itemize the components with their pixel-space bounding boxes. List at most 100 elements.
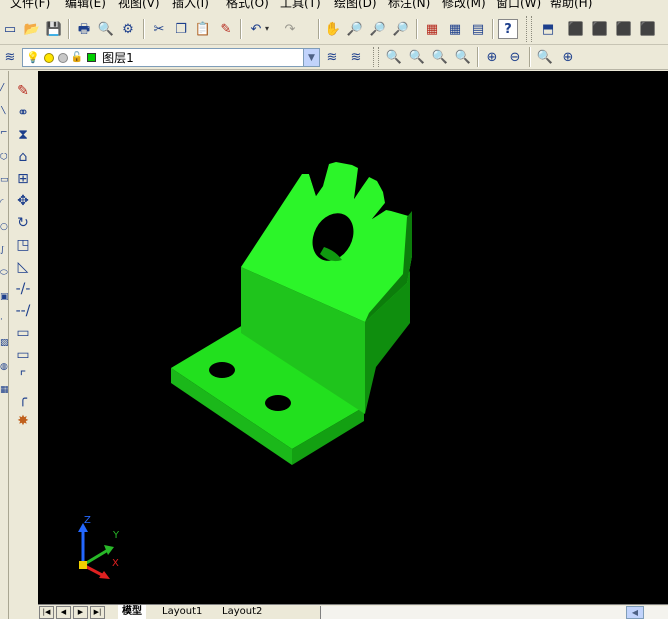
menu-format[interactable]: 格式(O) [226,0,269,10]
copy-object-icon[interactable]: ⚭ [12,103,34,123]
layer-combo[interactable]: 💡 🔓 图层1 ▼ [22,48,320,67]
last-tab-button[interactable]: ▶| [90,606,105,619]
draw-xline-icon[interactable]: ╲ [0,106,8,115]
tool-palettes-icon[interactable]: ▤ [468,19,488,39]
rotate-icon[interactable]: ↻ [12,213,34,233]
extend-icon[interactable]: --/ [12,301,34,321]
erase-icon[interactable]: ✎ [12,81,34,101]
next-tab-button[interactable]: ▶ [73,606,88,619]
chamfer-icon[interactable]: ⌜ [12,367,34,387]
zoom-center-icon[interactable]: ⊖ [505,47,525,67]
menu-dimension[interactable]: 标注(N) [388,0,430,10]
fillet-icon[interactable]: ╭ [12,389,34,409]
zoom-extents-icon[interactable]: 🔍 [453,47,473,67]
menu-tools[interactable]: 工具(T) [280,0,321,10]
zoom-object-icon[interactable]: 🔍 [535,47,555,67]
zoom-realtime-icon[interactable]: 🔎 [345,19,365,39]
prev-tab-button[interactable]: ◀ [56,606,71,619]
draw-polyline-icon[interactable]: ⌐ [0,129,8,138]
bracket-part[interactable] [171,162,412,465]
layout-tab-bar: |◀ ◀ ▶ ▶| 模型 Layout1 Layout2 ◀ [38,604,668,619]
trim-icon[interactable]: -/- [12,279,34,299]
zoom-scale-icon[interactable]: ⊕ [482,47,502,67]
join-icon[interactable]: ▭ [12,345,34,365]
pan-icon[interactable]: ✋ [323,19,343,39]
design-center-icon[interactable]: ▦ [445,19,465,39]
offset-icon[interactable]: ⌂ [12,147,34,167]
menu-draw[interactable]: 绘图(D) [334,0,377,10]
draw-ellipse-icon[interactable]: ⬭ [0,269,8,278]
view-iso-icon[interactable]: ⬛ [614,19,634,39]
cut-icon[interactable]: ✂ [149,19,169,39]
draw-polygon-icon[interactable]: ⬡ [0,153,8,162]
copy-icon[interactable]: ❐ [171,19,191,39]
zoom-in-icon[interactable]: 🔍 [384,47,404,67]
freeze-state-icon [43,52,54,63]
bulb-icon: 💡 [26,51,40,64]
redo-icon[interactable]: ↷ [280,19,300,39]
ucs-icon: Z Y X [78,515,120,579]
view-top-icon[interactable]: ⬒ [538,19,558,39]
tab-layout2[interactable]: Layout2 [218,605,266,619]
help-icon[interactable]: ? [498,19,518,39]
layer-manager-icon[interactable]: ≋ [0,47,20,67]
menu-modify[interactable]: 修改(M) [442,0,486,10]
view-front-icon[interactable]: ⬛ [566,19,586,39]
save-icon[interactable]: 💾 [44,19,64,39]
model-space-canvas[interactable]: Z Y X [38,71,668,604]
draw-hatch-icon[interactable]: ▨ [0,339,8,348]
ucs-z-label: Z [84,515,91,526]
publish-icon[interactable]: ⚙ [118,19,138,39]
print-preview-icon[interactable]: 🔍 [96,19,116,39]
ucs-y-label: Y [112,530,120,541]
menu-file[interactable]: 文件(F) [10,0,50,10]
draw-rect-icon[interactable]: ▭ [0,176,8,185]
menu-view[interactable]: 视图(V) [118,0,160,10]
draw-arc-icon[interactable]: ◜ [0,199,8,208]
zoom-window-icon[interactable]: 🔎 [368,19,388,39]
match-properties-icon[interactable]: ✎ [216,19,236,39]
view-iso2-icon[interactable]: ⬛ [638,19,658,39]
zoom-all-icon[interactable]: 🔍 [430,47,450,67]
scroll-left-icon[interactable]: ◀ [626,606,644,619]
break-icon[interactable]: ▭ [12,323,34,343]
draw-point-icon[interactable]: · [0,316,8,325]
array-icon[interactable]: ⊞ [12,169,34,189]
layer-color-swatch [87,53,97,62]
stretch-icon[interactable]: ◺ [12,257,34,277]
tab-model[interactable]: 模型 [118,605,146,619]
tab-layout1[interactable]: Layout1 [158,605,206,619]
draw-circle-icon[interactable]: ○ [0,223,8,232]
explode-icon[interactable]: ✸ [12,411,34,431]
first-tab-button[interactable]: |◀ [39,606,54,619]
layer-states-icon[interactable]: ≋ [346,47,366,67]
menu-window[interactable]: 窗口(W) [496,0,541,10]
zoom-out-icon[interactable]: 🔍 [407,47,427,67]
view-side-icon[interactable]: ⬛ [590,19,610,39]
draw-spline-icon[interactable]: ∫ [0,246,8,255]
menu-insert[interactable]: 插入(I) [172,0,209,10]
chevron-down-icon[interactable]: ▼ [303,49,319,66]
menu-edit[interactable]: 编辑(E) [65,0,106,10]
draw-region-icon[interactable]: ◍ [0,363,8,372]
zoom-dynamic-icon[interactable]: ⊕ [558,47,578,67]
properties-icon[interactable]: ▦ [422,19,442,39]
horizontal-scrollbar[interactable]: ◀ [320,606,668,619]
open-icon[interactable]: 📂 [22,19,42,39]
undo-dropdown-icon[interactable]: ▾ [262,19,272,39]
layer-previous-icon[interactable]: ≋ [322,47,342,67]
zoom-previous-icon[interactable]: 🔎 [391,19,411,39]
layers-toolbar: ≋ 💡 🔓 图层1 ▼ ≋ ≋ 🔍 🔍 🔍 🔍 ⊕ ⊖ 🔍 ⊕ [0,45,668,70]
draw-line-icon[interactable]: ╱ [0,83,8,92]
modify-toolbar: ╱ ╲ ⌐ ⬡ ▭ ◜ ○ ∫ ⬭ ▣ · ▨ ◍ ▦ ✎ ⚭ ⧗ ⌂ ⊞ ✥ … [0,71,38,619]
print-icon[interactable]: 🖶 [74,19,94,39]
move-icon[interactable]: ✥ [12,191,34,211]
scale-icon[interactable]: ◳ [12,235,34,255]
lock-icon: 🔓 [70,52,84,63]
draw-table-icon[interactable]: ▦ [0,386,8,395]
draw-block-icon[interactable]: ▣ [0,293,8,302]
paste-icon[interactable]: 📋 [193,19,213,39]
new-icon[interactable]: ▭ [0,19,20,39]
mirror-icon[interactable]: ⧗ [12,125,34,145]
menu-help[interactable]: 帮助(H) [550,0,592,10]
